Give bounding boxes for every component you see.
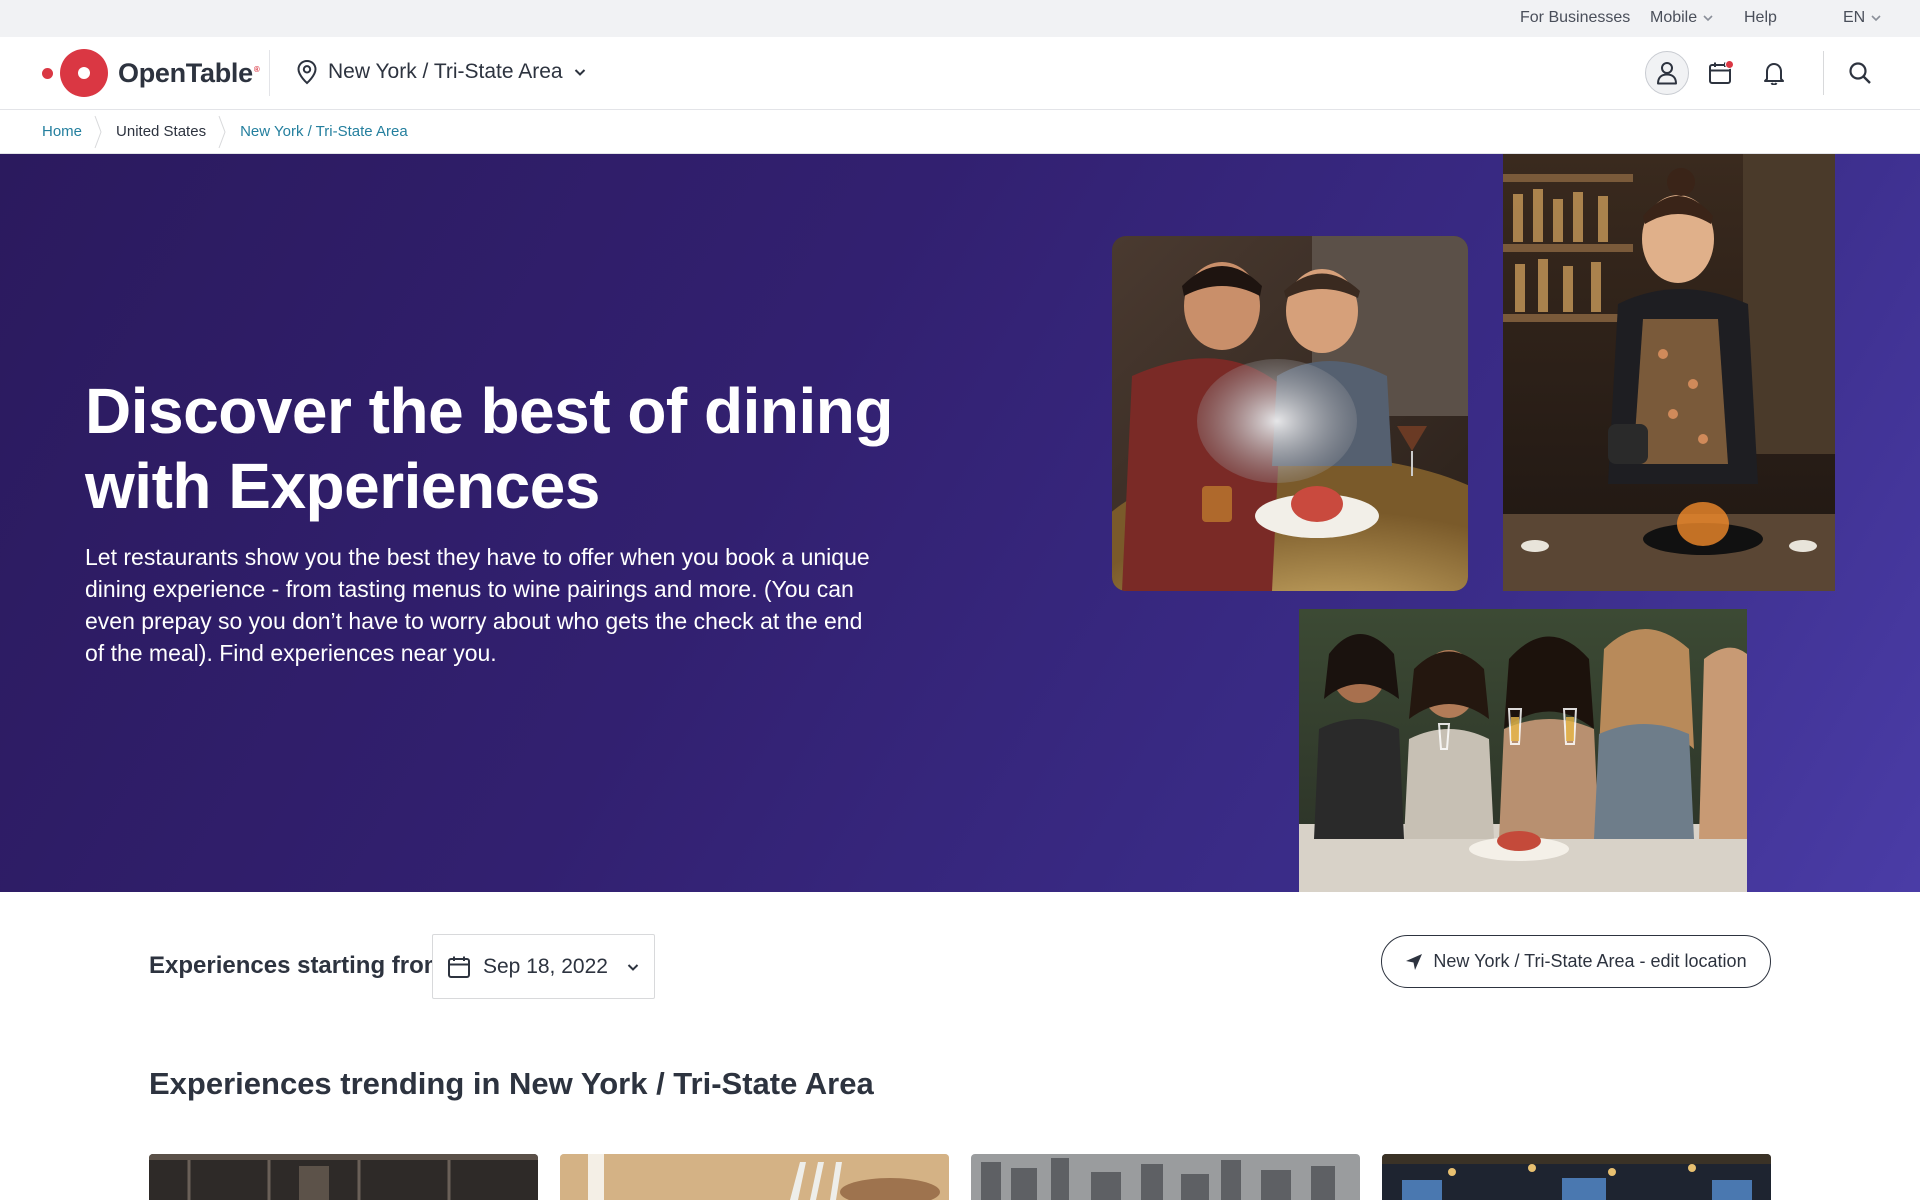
- hero-description: Let restaurants show you the best they h…: [85, 544, 870, 666]
- logo-mark-icon: [60, 49, 108, 97]
- breadcrumb-region-link[interactable]: New York / Tri-State Area: [240, 123, 408, 140]
- header-divider: [269, 50, 270, 96]
- reservations-button[interactable]: [1698, 51, 1742, 95]
- chevron-down-icon: [1703, 15, 1713, 22]
- search-button[interactable]: [1838, 51, 1882, 95]
- experience-card-image: [149, 1154, 538, 1200]
- experience-card-image: [971, 1154, 1360, 1200]
- hero-photo-group-toast: [1299, 609, 1747, 892]
- map-pin-icon: [297, 59, 317, 85]
- search-icon: [1849, 62, 1871, 84]
- notifications-button[interactable]: [1752, 51, 1796, 95]
- breadcrumb: Home United States New York / Tri-State …: [0, 110, 1920, 154]
- hero-title: Discover the best of dining with Experie…: [85, 375, 893, 522]
- language-dropdown[interactable]: EN: [1843, 9, 1881, 27]
- mobile-dropdown[interactable]: Mobile: [1650, 9, 1713, 27]
- breadcrumb-separator-icon: [218, 115, 226, 148]
- hero-banner: Discover the best of dining with Experie…: [0, 154, 1920, 892]
- location-picker[interactable]: New York / Tri-State Area: [296, 59, 587, 85]
- experience-card[interactable]: [1382, 1154, 1771, 1200]
- user-icon: [1657, 62, 1677, 85]
- utility-bar: For Businesses Mobile Help EN: [0, 0, 1920, 37]
- experience-card-image: [1382, 1154, 1771, 1200]
- trending-heading: Experiences trending in New York / Tri-S…: [149, 1066, 874, 1101]
- chevron-down-icon: [574, 69, 585, 76]
- language-label: EN: [1843, 9, 1866, 26]
- profile-button[interactable]: [1645, 51, 1689, 95]
- experiences-start-label: Experiences starting from: [149, 952, 446, 979]
- breadcrumb-home-link[interactable]: Home: [42, 123, 82, 140]
- notification-dot: [1725, 60, 1734, 69]
- mobile-label: Mobile: [1650, 9, 1698, 26]
- for-businesses-label: For Businesses: [1520, 9, 1631, 26]
- date-picker[interactable]: Sep 18, 2022: [432, 934, 655, 999]
- location-label: New York / Tri-State Area: [328, 60, 563, 83]
- for-businesses-link[interactable]: For Businesses: [1520, 9, 1630, 27]
- opentable-logo[interactable]: OpenTable®: [42, 49, 260, 97]
- experience-card-image: [560, 1154, 949, 1200]
- experience-card[interactable]: [560, 1154, 949, 1200]
- main-header: OpenTable® New York / Tri-State Area: [0, 37, 1920, 110]
- hero-photo-smoke-dish: [1112, 236, 1468, 591]
- calendar-icon: [448, 956, 470, 978]
- experience-card[interactable]: [971, 1154, 1360, 1200]
- header-actions-divider: [1823, 51, 1824, 95]
- breadcrumb-country[interactable]: United States: [116, 123, 206, 140]
- chevron-down-icon: [1871, 15, 1881, 22]
- edit-location-label: New York / Tri-State Area - edit locatio…: [1433, 951, 1747, 971]
- breadcrumb-separator-icon: [94, 115, 102, 148]
- logo-text: OpenTable®: [118, 57, 260, 88]
- bell-icon: [1764, 63, 1784, 85]
- navigation-arrow-icon: [1406, 953, 1423, 970]
- help-link[interactable]: Help: [1744, 9, 1777, 27]
- chevron-down-icon: [627, 963, 639, 971]
- logo-dot: [42, 67, 53, 79]
- edit-location-button[interactable]: New York / Tri-State Area - edit locatio…: [1381, 935, 1771, 988]
- help-label: Help: [1744, 9, 1777, 26]
- experience-card[interactable]: [149, 1154, 538, 1200]
- hero-photo-chef-flambe: [1503, 154, 1835, 591]
- selected-date: Sep 18, 2022: [483, 954, 608, 978]
